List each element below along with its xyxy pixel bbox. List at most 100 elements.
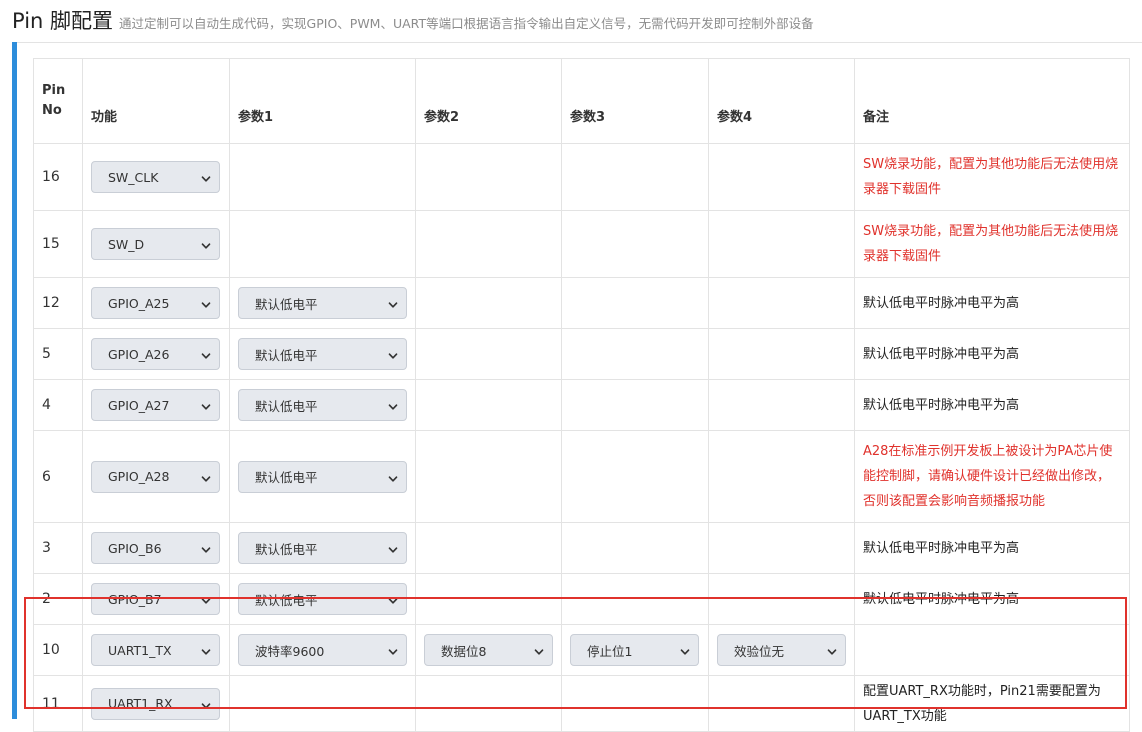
param1-select-value: 默认低电平 — [255, 347, 318, 363]
function-select[interactable]: GPIO_A27 — [91, 389, 220, 421]
function-select[interactable]: GPIO_B6 — [91, 532, 220, 564]
table-header-row: Pin No 功能 参数1 参数2 参数3 参数4 备注 — [33, 58, 1130, 144]
param4-cell — [708, 379, 855, 431]
note-text: 默认低电平时脉冲电平为高 — [854, 328, 1130, 380]
param4-cell — [708, 277, 855, 329]
chevron-down-icon — [827, 645, 837, 655]
function-select-value: GPIO_A26 — [108, 346, 170, 362]
pin-number: 12 — [33, 277, 83, 329]
function-select[interactable]: SW_CLK — [91, 161, 220, 193]
note-text: SW烧录功能，配置为其他功能后无法使用烧录器下载固件 — [854, 143, 1130, 211]
col-header-function: 功能 — [82, 58, 230, 144]
chevron-down-icon — [388, 645, 398, 655]
col-header-param1: 参数1 — [229, 58, 416, 144]
param3-cell — [561, 379, 709, 431]
param1-cell: 默认低电平 — [229, 328, 416, 380]
param2-cell — [415, 573, 562, 625]
param1-select-value: 默认低电平 — [255, 296, 318, 312]
param4-cell — [708, 675, 855, 732]
param1-select-value: 默认低电平 — [255, 541, 318, 557]
col-header-param2: 参数2 — [415, 58, 562, 144]
col-header-pin: Pin No — [33, 58, 83, 144]
table-body: 16 SW_CLK SW烧录功能，配置为其他功能后无法使用烧录器下载固件 15 SW_D… — [33, 143, 1130, 732]
param1-cell — [229, 675, 416, 732]
table-row: 15 SW_D SW烧录功能，配置为其他功能后无法使用烧录器下载固件 — [33, 210, 1130, 278]
chevron-down-icon — [534, 645, 544, 655]
chevron-down-icon — [201, 298, 211, 308]
note-text: A28在标准示例开发板上被设计为PA芯片使能控制脚，请确认硬件设计已经做出修改，… — [854, 430, 1130, 523]
pin-number: 11 — [33, 675, 83, 732]
param1-cell: 默认低电平 — [229, 379, 416, 431]
table-row: 10 UART1_TX 波特率9600 数据位8 停止位1 效验位无 — [33, 624, 1130, 676]
param2-cell — [415, 143, 562, 211]
note-text: 默认低电平时脉冲电平为高 — [854, 379, 1130, 431]
chevron-down-icon — [201, 645, 211, 655]
function-select[interactable]: UART1_RX — [91, 687, 220, 720]
function-select-value: GPIO_A27 — [108, 397, 170, 413]
param3-cell — [561, 573, 709, 625]
function-select[interactable]: GPIO_A26 — [91, 338, 220, 370]
param1-select[interactable]: 默认低电平 — [238, 287, 407, 319]
function-select[interactable]: UART1_TX — [91, 634, 220, 666]
param1-select[interactable]: 波特率9600 — [238, 634, 407, 666]
function-select[interactable]: GPIO_B7 — [91, 583, 220, 615]
param1-select[interactable]: 默认低电平 — [238, 389, 407, 421]
param1-select[interactable]: 默认低电平 — [238, 460, 407, 493]
param1-cell — [229, 210, 416, 278]
col-header-note: 备注 — [854, 58, 1130, 144]
param3-cell — [561, 522, 709, 574]
chevron-down-icon — [680, 645, 690, 655]
param2-cell: 数据位8 — [415, 624, 562, 676]
param3-cell — [561, 210, 709, 278]
chevron-down-icon — [201, 172, 211, 182]
param4-cell — [708, 143, 855, 211]
col-header-param3: 参数3 — [561, 58, 709, 144]
function-cell: UART1_TX — [82, 624, 230, 676]
chevron-down-icon — [201, 239, 211, 249]
param1-select-value: 默认低电平 — [255, 470, 318, 485]
function-select-value: SW_D — [108, 236, 145, 252]
param4-cell — [708, 430, 855, 523]
function-cell: SW_CLK — [82, 143, 230, 211]
chevron-down-icon — [388, 594, 398, 604]
param3-select[interactable]: 停止位1 — [570, 634, 699, 666]
function-select[interactable]: SW_D — [91, 228, 220, 260]
function-select-value: GPIO_B6 — [108, 540, 162, 556]
param4-cell: 效验位无 — [708, 624, 855, 676]
param3-select-value: 停止位1 — [587, 643, 633, 659]
param1-select-value: 默认低电平 — [255, 398, 318, 414]
param4-select[interactable]: 效验位无 — [717, 634, 846, 666]
param2-select-value: 数据位8 — [441, 643, 487, 659]
param4-cell — [708, 328, 855, 380]
param3-cell — [561, 277, 709, 329]
pin-number: 2 — [33, 573, 83, 625]
function-select[interactable]: GPIO_A25 — [91, 287, 220, 319]
param1-select[interactable]: 默认低电平 — [238, 338, 407, 370]
table-row: 11 UART1_RX 配置UART_RX功能时，Pin21需要配置为UART_TX… — [33, 675, 1130, 732]
chevron-down-icon — [201, 400, 211, 410]
function-select-value: UART1_RX — [108, 696, 173, 711]
note-text: 默认低电平时脉冲电平为高 — [854, 277, 1130, 329]
param1-select[interactable]: 默认低电平 — [238, 532, 407, 564]
table-row: 2 GPIO_B7 默认低电平 默认低电平时脉冲电平为高 — [33, 573, 1130, 625]
param3-cell — [561, 430, 709, 523]
function-select[interactable]: GPIO_A28 — [91, 460, 220, 493]
param3-cell — [561, 328, 709, 380]
param3-cell — [561, 675, 709, 732]
function-select-value: SW_CLK — [108, 169, 159, 185]
pin-config-panel: Pin No 功能 参数1 参数2 参数3 参数4 备注 16 SW_CLK SW烧… — [12, 42, 1142, 732]
table-row: 5 GPIO_A26 默认低电平 默认低电平时脉冲电平为高 — [33, 328, 1130, 380]
pin-number: 3 — [33, 522, 83, 574]
note-text — [854, 624, 1130, 676]
param4-cell — [708, 573, 855, 625]
param2-cell — [415, 522, 562, 574]
param2-cell — [415, 379, 562, 431]
param1-select-value: 波特率9600 — [255, 643, 325, 659]
param2-select[interactable]: 数据位8 — [424, 634, 553, 666]
function-cell: GPIO_B7 — [82, 573, 230, 625]
param1-cell — [229, 143, 416, 211]
function-cell: GPIO_A25 — [82, 277, 230, 329]
function-cell: GPIO_A26 — [82, 328, 230, 380]
param1-cell: 默认低电平 — [229, 277, 416, 329]
param1-select[interactable]: 默认低电平 — [238, 583, 407, 615]
